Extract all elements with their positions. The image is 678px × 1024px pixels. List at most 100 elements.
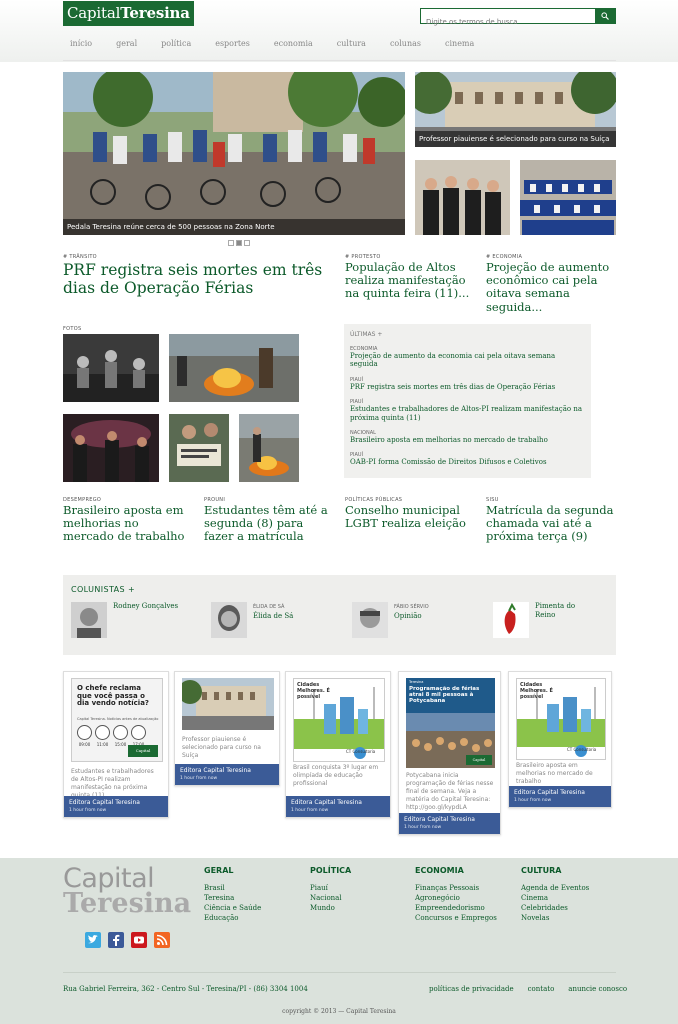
- ultimas-item[interactable]: PIAUÍ Estudantes e trabalhadores de Alto…: [350, 399, 585, 422]
- footer-link[interactable]: Mundo: [310, 903, 351, 913]
- search-button[interactable]: [595, 9, 615, 23]
- footer-col-geral: GERAL Brasil Teresina Ciência e Saúde Ed…: [204, 866, 261, 923]
- footer-link[interactable]: Novelas: [521, 913, 589, 923]
- footer-logo[interactable]: Capital Teresina: [63, 865, 191, 917]
- footer-col-heading[interactable]: CULTURA: [521, 866, 589, 875]
- ultimas-item[interactable]: PIAUÍ OAB-PI forma Comissão de Direitos …: [350, 452, 585, 466]
- headline-desemprego[interactable]: Brasileiro aposta em melhorias no mercad…: [63, 503, 193, 544]
- footer-link[interactable]: Educação: [204, 913, 261, 923]
- ultimas-item[interactable]: PIAUÍ PRF registra seis mortes em três d…: [350, 377, 585, 391]
- photo-band[interactable]: [63, 334, 159, 402]
- card-thumb-headline: Programação de férias atrai 8 mil pessoa…: [409, 686, 480, 705]
- twitter-icon[interactable]: [85, 932, 101, 948]
- social-card[interactable]: Teresina Programação de férias atrai 8 m…: [398, 671, 501, 835]
- headline-lgbt[interactable]: Conselho municipal LGBT realiza eleição: [345, 503, 475, 530]
- slider-main-photo[interactable]: Pedala Teresina reúne cerca de 500 pesso…: [63, 72, 405, 235]
- facebook-icon[interactable]: [108, 932, 124, 948]
- photo-concert[interactable]: [63, 414, 159, 482]
- slider-thumb-people[interactable]: [415, 160, 510, 235]
- colunistas-heading[interactable]: COLUNISTAS +: [71, 585, 135, 594]
- colunista-title[interactable]: Pimenta do Reino: [535, 602, 595, 620]
- footer-col-heading[interactable]: GERAL: [204, 866, 261, 875]
- card-thumb-headline: Cidades Melhores. É possível: [520, 682, 553, 700]
- slider-thumb-students[interactable]: [520, 160, 616, 235]
- nav-colunas[interactable]: colunas: [390, 39, 421, 48]
- social-card[interactable]: Cidades Melhores. É possível CT Consulto…: [285, 671, 391, 818]
- site-logo[interactable]: CapitalTeresina: [63, 1, 194, 26]
- social-card[interactable]: Professor piauiense é selecionado para c…: [174, 671, 280, 786]
- footer-link[interactable]: Agenda de Eventos: [521, 883, 589, 893]
- headline-altos[interactable]: População de Altos realiza manifestação …: [345, 260, 475, 301]
- card-author[interactable]: Editora Capital Teresina: [404, 816, 495, 823]
- contact-link[interactable]: contato: [528, 985, 555, 993]
- slider-side-photo[interactable]: Professor piauiense é selecionado para c…: [415, 72, 616, 147]
- slider-dot-3[interactable]: [244, 240, 250, 246]
- footer-link[interactable]: Agronegócio: [415, 893, 497, 903]
- card-author[interactable]: Editora Capital Teresina: [291, 799, 385, 806]
- ultimas-item-title[interactable]: Projeção de aumento da economia cai pela…: [350, 352, 585, 369]
- social-card[interactable]: O chefe reclama que você passa o dia ven…: [63, 671, 169, 818]
- card-author-bar[interactable]: Editora Capital Teresina 1 hour from now: [286, 796, 390, 817]
- headline-prouni[interactable]: Estudantes têm até a segunda (8) para fa…: [204, 503, 334, 544]
- colunista-pimenta[interactable]: Pimenta do Reino: [493, 602, 633, 638]
- card-author-bar[interactable]: Editora Capital Teresina 1 hour from now: [399, 813, 500, 834]
- colunista-title[interactable]: Rodney Gonçalves: [113, 602, 178, 611]
- footer-link[interactable]: Empreendedorismo: [415, 903, 497, 913]
- nav-politica[interactable]: política: [161, 39, 191, 48]
- slider-dot-2[interactable]: [236, 240, 242, 246]
- advertise-link[interactable]: anuncie conosco: [568, 985, 627, 993]
- footer-col-heading[interactable]: ECONOMIA: [415, 866, 497, 875]
- footer-link[interactable]: Nacional: [310, 893, 351, 903]
- ultimas-item-title[interactable]: PRF registra seis mortes em três dias de…: [350, 383, 585, 391]
- card-author[interactable]: Editora Capital Teresina: [180, 767, 274, 774]
- slider-dot-1[interactable]: [228, 240, 234, 246]
- card-author-bar[interactable]: Editora Capital Teresina 1 hour from now: [509, 786, 611, 807]
- main-nav: início geral política esportes economia …: [70, 39, 498, 48]
- footer-link[interactable]: Celebridades: [521, 903, 589, 913]
- slider-main-caption: Pedala Teresina reúne cerca de 500 pesso…: [63, 219, 405, 235]
- colunista-elida[interactable]: ÉLIDA DE SÁ Élida de Sá: [211, 602, 351, 638]
- photo-fire-protest[interactable]: [169, 334, 299, 402]
- nav-esportes[interactable]: esportes: [215, 39, 250, 48]
- nav-cultura[interactable]: cultura: [337, 39, 366, 48]
- photo-protest-sign[interactable]: [169, 414, 229, 482]
- footer-link[interactable]: Finanças Pessoais: [415, 883, 497, 893]
- ultimas-item-title[interactable]: Estudantes e trabalhadores de Altos-PI r…: [350, 405, 585, 422]
- nav-cinema[interactable]: cinema: [445, 39, 474, 48]
- card-author-bar[interactable]: Editora Capital Teresina 1 hour from now: [175, 764, 279, 785]
- colunista-fabio[interactable]: FÁBIO SÉRVIO Opinião: [352, 602, 492, 638]
- footer-link[interactable]: Piauí: [310, 883, 351, 893]
- footer-link[interactable]: Ciência e Saúde: [204, 903, 261, 913]
- footer-link[interactable]: Brasil: [204, 883, 261, 893]
- nav-economia[interactable]: economia: [274, 39, 313, 48]
- youtube-icon[interactable]: [131, 932, 147, 948]
- footer-col-heading[interactable]: POLÍTICA: [310, 866, 351, 875]
- ultimas-item[interactable]: ECONOMIA Projeção de aumento da economia…: [350, 346, 585, 369]
- headline-sisu[interactable]: Matrícula da segunda chamada vai até a p…: [486, 503, 616, 544]
- nav-inicio[interactable]: início: [70, 39, 92, 48]
- colunista-title[interactable]: Opinião: [394, 612, 422, 621]
- card-author[interactable]: Editora Capital Teresina: [514, 789, 606, 796]
- footer-link[interactable]: Concursos e Empregos: [415, 913, 497, 923]
- ultimas-item[interactable]: NACIONAL Brasileiro aposta em melhorias …: [350, 430, 585, 444]
- footer-link[interactable]: Cinema: [521, 893, 589, 903]
- headline-economia[interactable]: Projeção de aumento econômico cai pela o…: [486, 260, 616, 314]
- footer-link[interactable]: Teresina: [204, 893, 261, 903]
- colunista-rodney[interactable]: Rodney Gonçalves: [71, 602, 211, 638]
- rss-icon[interactable]: [154, 932, 170, 948]
- colunista-title[interactable]: Élida de Sá: [253, 612, 293, 621]
- photo-street-fire[interactable]: [239, 414, 299, 482]
- card-thumb-clocks: [77, 725, 146, 740]
- card-author[interactable]: Editora Capital Teresina: [69, 799, 163, 806]
- ultimas-item-title[interactable]: Brasileiro aposta em melhorias no mercad…: [350, 436, 585, 444]
- footer-links: políticas de privacidade contato anuncie…: [429, 985, 641, 993]
- social-card[interactable]: Cidades Melhores. É possível CT Consulto…: [508, 671, 612, 808]
- headline-prf[interactable]: PRF registra seis mortes em três dias de…: [63, 261, 333, 298]
- ultimas-panel: ÚLTIMAS + ECONOMIA Projeção de aumento d…: [344, 324, 591, 478]
- privacy-link[interactable]: políticas de privacidade: [429, 985, 514, 993]
- search-input[interactable]: [421, 15, 593, 29]
- ultimas-heading[interactable]: ÚLTIMAS +: [350, 331, 585, 338]
- card-author-bar[interactable]: Editora Capital Teresina 1 hour from now: [64, 796, 168, 817]
- nav-geral[interactable]: geral: [116, 39, 137, 48]
- ultimas-item-title[interactable]: OAB-PI forma Comissão de Direitos Difuso…: [350, 458, 585, 466]
